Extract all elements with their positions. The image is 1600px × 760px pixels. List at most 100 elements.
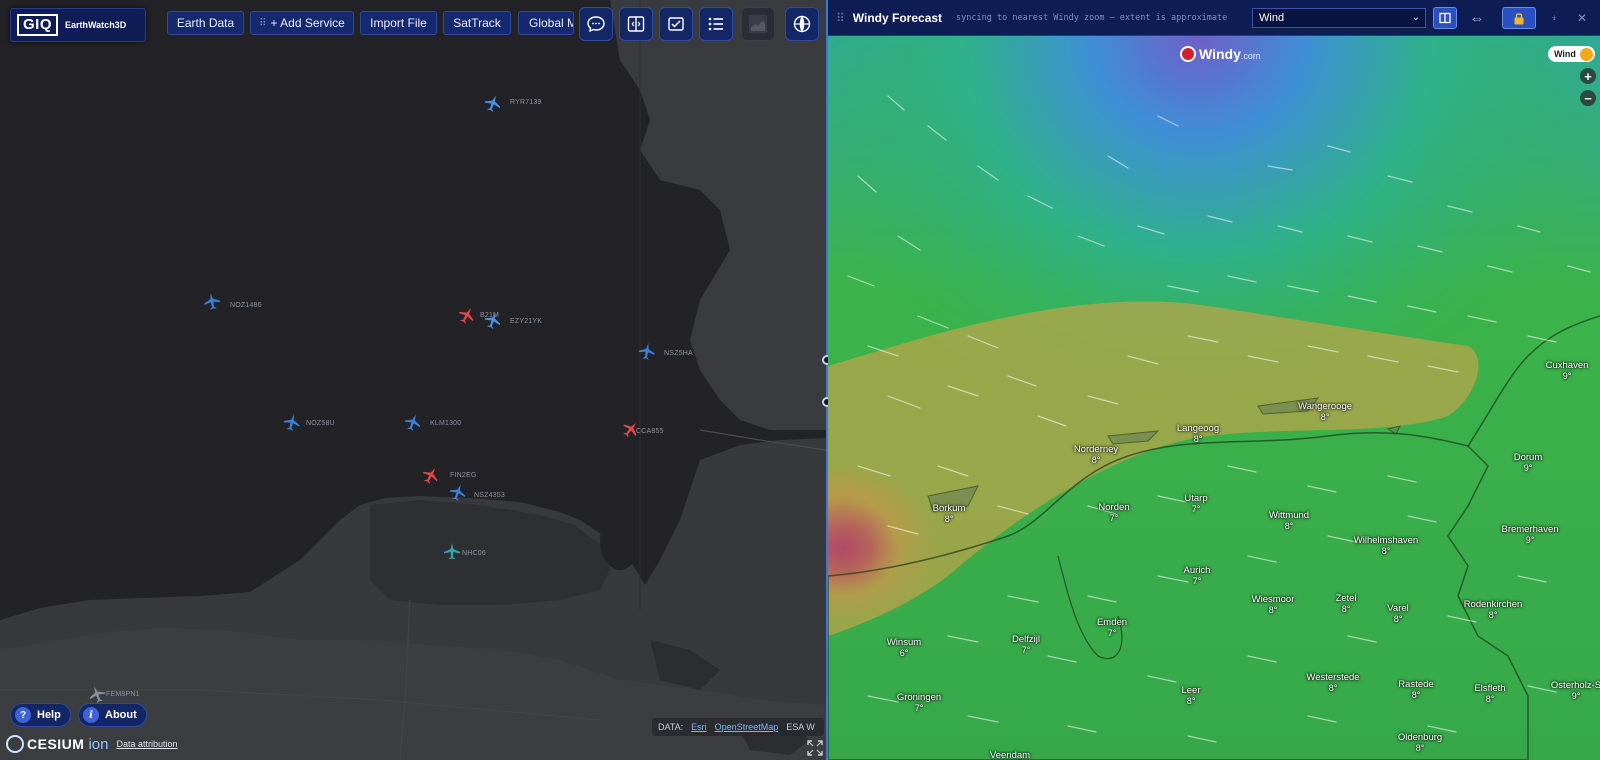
list-button[interactable] (699, 7, 733, 41)
city-label: Wittmund 8° (1269, 510, 1309, 532)
city-name: Borkum (932, 503, 966, 514)
aircraft-callsign: NOZ1486 (230, 302, 262, 309)
aircraft-icon[interactable] (443, 542, 461, 560)
import-file-button[interactable]: Import File (360, 11, 437, 35)
city-temperature: 8° (1284, 521, 1294, 531)
basemap-picker-button[interactable] (741, 7, 775, 41)
city-label: Leer 8° (1181, 685, 1200, 707)
city-label: Langeoog 8° (1177, 423, 1219, 445)
help-label: Help (37, 709, 61, 721)
logo-mark: GIQ (17, 14, 59, 36)
global-button[interactable]: Global M (518, 11, 574, 35)
city-temperature: 8° (1341, 604, 1351, 614)
add-service-label: + Add Service (270, 16, 345, 30)
city-label: Wilhelmshaven 8° (1354, 535, 1418, 557)
grip-icon: ⠿ (259, 17, 267, 29)
city-name: Norden (1098, 502, 1130, 513)
city-name: Wiesmoor (1251, 594, 1295, 605)
aircraft-callsign: FEM8PN1 (106, 691, 140, 698)
zoom-in-button[interactable]: + (1580, 68, 1596, 84)
windy-title: Windy Forecast (852, 10, 943, 25)
city-name: Wangerooge (1297, 401, 1353, 412)
city-temperature: 7° (1107, 628, 1117, 638)
osm-link[interactable]: OpenStreetMap (715, 722, 779, 732)
data-label: DATA: (658, 722, 684, 732)
city-temperature: 7° (1109, 513, 1119, 523)
checklist-button[interactable] (659, 7, 693, 41)
app-root: RYR7139 NOZ1486 B21M EZY21YK NSZ5HA NOZ58U KLM… (0, 0, 1600, 760)
aircraft-callsign: NSZ4353 (474, 492, 505, 499)
windy-layer-select[interactable]: Wind ⌄ (1252, 8, 1426, 28)
swap-panels-button[interactable]: ⇔ (1464, 7, 1490, 29)
city-label: Bremerhaven 9° (1501, 524, 1558, 546)
about-button[interactable]: i About (78, 703, 147, 727)
lock-sync-button[interactable] (1502, 7, 1536, 29)
chat-button[interactable] (579, 7, 613, 41)
app-logo[interactable]: GIQ EarthWatch3D (10, 8, 146, 42)
cesium-logo-icon (6, 735, 24, 753)
city-label: Emden 7° (1097, 617, 1127, 639)
city-temperature: 9° (1562, 371, 1572, 381)
aircraft-icon[interactable] (202, 291, 223, 312)
windy-logo-text: Windy (1199, 46, 1241, 62)
layer-select-value: Wind (1259, 12, 1285, 24)
windy-wind-map[interactable] (828, 36, 1600, 760)
city-name: Westerstede (1306, 672, 1360, 683)
pin-button[interactable]: ⍖ (1544, 7, 1564, 29)
globe-icon (793, 15, 811, 33)
city-name: Bremerhaven (1501, 524, 1559, 535)
city-temperature: 8° (1186, 696, 1196, 706)
zoom-out-button[interactable]: − (1580, 90, 1596, 106)
city-temperature: 8° (1193, 434, 1203, 444)
data-attribution-link[interactable]: Data attribution (116, 739, 177, 749)
city-label: Varel 8° (1387, 603, 1408, 625)
city-name: Wittmund (1268, 510, 1310, 521)
chat-icon (587, 16, 605, 33)
product-name: EarthWatch3D (65, 20, 127, 30)
city-label: Dorum 9° (1514, 452, 1543, 474)
windy-logo[interactable]: Windy .com (1180, 46, 1260, 62)
city-label: Aurich 7° (1184, 565, 1211, 587)
city-label: Veendam (990, 750, 1030, 760)
city-name: Emden (1096, 617, 1128, 628)
city-label: Westerstede 8° (1306, 672, 1359, 694)
city-name: Wilhelmshaven (1353, 535, 1419, 546)
city-name: Elsfleth (1474, 683, 1506, 694)
split-view-button[interactable] (619, 7, 653, 41)
aircraft-callsign: RYR7139 (510, 99, 542, 106)
help-button[interactable]: ? Help (10, 703, 71, 727)
split-layout-button[interactable] (1433, 7, 1457, 29)
city-temperature: 8° (1393, 614, 1403, 624)
basemap-thumbnail (749, 15, 767, 33)
cesium-map-view[interactable]: RYR7139 NOZ1486 B21M EZY21YK NSZ5HA NOZ58U KLM… (0, 0, 826, 760)
city-name: Winsum (886, 637, 922, 648)
city-name: Cuxhaven (1545, 360, 1589, 371)
city-label: Elsfleth 8° (1474, 683, 1505, 705)
wind-badge-icon (1579, 47, 1593, 61)
aircraft-icon[interactable] (637, 341, 658, 362)
globe-button[interactable] (785, 7, 819, 41)
info-icon: i (83, 707, 99, 723)
sattrack-button[interactable]: SatTrack (443, 11, 511, 35)
city-temperature: 8° (1488, 610, 1498, 620)
close-windy-button[interactable]: ✕ (1572, 7, 1592, 29)
swap-arrows-icon: ⇔ (1469, 9, 1485, 27)
earth-data-button[interactable]: Earth Data (167, 11, 244, 35)
windy-logo-suffix: .com (1240, 51, 1261, 61)
close-icon: ✕ (1576, 11, 1588, 25)
city-label: Rastede 8° (1398, 679, 1433, 701)
drag-grip-icon[interactable]: ⠿ (836, 11, 845, 25)
city-temperature: 8° (1320, 412, 1330, 422)
city-label: Rodenkirchen 8° (1464, 599, 1523, 621)
fullscreen-icon[interactable] (806, 739, 824, 757)
esri-link[interactable]: Esri (691, 722, 707, 732)
city-temperature: 7° (1021, 645, 1031, 655)
city-name: Leer (1181, 685, 1201, 696)
add-service-button[interactable]: ⠿ + Add Service (250, 11, 354, 35)
aircraft-callsign: KLM1300 (430, 420, 462, 427)
city-label: Cuxhaven 9° (1546, 360, 1589, 382)
basemap-land (0, 0, 826, 760)
wind-layer-badge[interactable]: Wind (1548, 46, 1595, 62)
city-label: Delfzijl 7° (1012, 634, 1040, 656)
windy-logo-icon (1180, 46, 1196, 62)
